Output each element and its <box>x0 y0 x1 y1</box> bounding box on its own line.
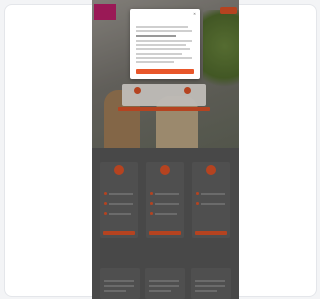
text-line <box>136 35 176 37</box>
mobile-page-screenshot: ✕ <box>92 0 239 299</box>
text-line <box>136 61 174 63</box>
text-line <box>136 48 190 50</box>
text-line <box>136 30 192 32</box>
text-line <box>136 40 192 42</box>
close-icon[interactable]: ✕ <box>193 12 196 16</box>
text-line <box>136 26 188 28</box>
text-line <box>136 44 186 46</box>
accept-cookies-button[interactable] <box>136 69 194 74</box>
text-line <box>136 57 192 59</box>
cookie-consent-dialog: ✕ <box>130 9 200 79</box>
text-line <box>136 53 182 55</box>
